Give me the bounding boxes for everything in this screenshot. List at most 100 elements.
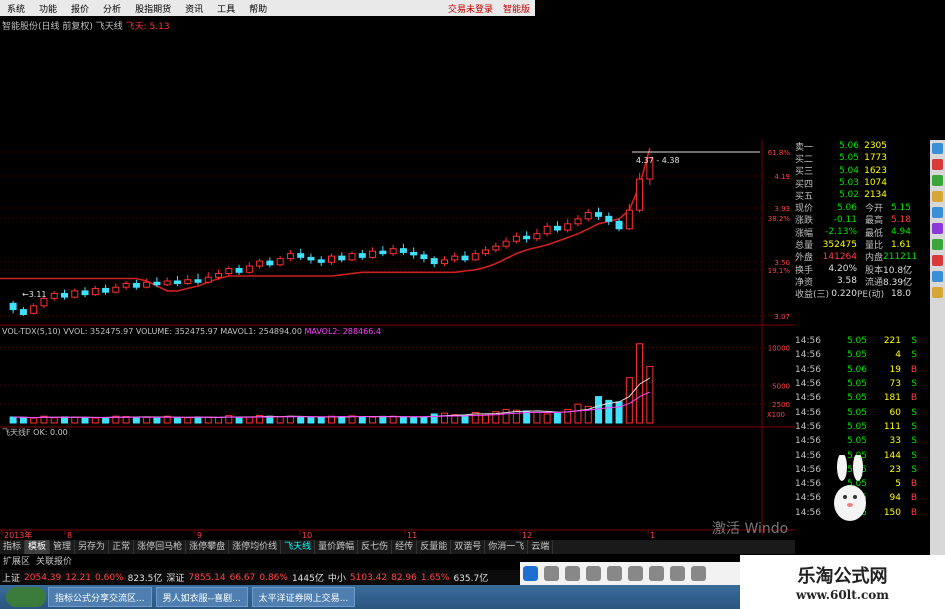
tick-side: S xyxy=(911,464,917,475)
tray-icon-1[interactable] xyxy=(523,566,538,581)
tab-7[interactable]: 涨停均价线 xyxy=(229,540,282,554)
toolbar-icon-7[interactable] xyxy=(932,239,943,250)
toolbar-icon-5[interactable] xyxy=(932,207,943,218)
candle-body xyxy=(204,276,212,283)
tick-price: 5.05 xyxy=(846,436,867,447)
volume-bar xyxy=(430,413,438,424)
tray-icon-9[interactable] xyxy=(691,566,706,581)
tab-5[interactable]: 涨停回马枪 xyxy=(134,540,187,554)
tray-icon-3[interactable] xyxy=(565,566,580,581)
volume-bar xyxy=(553,412,561,424)
menu-analysis[interactable]: 分析 xyxy=(96,2,128,15)
stat-label: 现价 xyxy=(795,204,814,215)
candle-body xyxy=(584,212,592,220)
volume-bar xyxy=(50,417,58,424)
menu-news[interactable]: 资讯 xyxy=(178,2,210,15)
toolbar-icon-1[interactable] xyxy=(932,143,943,154)
candle-body xyxy=(636,178,644,211)
tab-0[interactable]: 指标 xyxy=(0,540,26,554)
stat-row: 涨幅 -2.13% 最低 4.94 xyxy=(795,226,935,239)
index-status-item: 上证 xyxy=(2,574,21,584)
tab-extension-area[interactable]: 扩展区 xyxy=(0,554,33,567)
tick-time: 14:56 xyxy=(795,421,821,432)
tick-side: S xyxy=(911,450,917,461)
volume-bar xyxy=(595,396,603,424)
tab-4[interactable]: 正常 xyxy=(109,540,135,554)
toolbar-icon-2[interactable] xyxy=(932,159,943,170)
toolbar-icon-8[interactable] xyxy=(932,255,943,266)
toolbar-icon-6[interactable] xyxy=(932,223,943,234)
feitian-line xyxy=(0,147,651,292)
taskbar-item-2[interactable]: 男人如衣服--喜剧... xyxy=(155,587,248,607)
tab-12[interactable]: 反量能 xyxy=(417,540,452,554)
candle-body xyxy=(122,282,130,288)
toolbar-icon-3[interactable] xyxy=(932,175,943,186)
tab-8[interactable]: 飞天线 xyxy=(281,540,316,554)
menu-system[interactable]: 系统 xyxy=(0,2,32,15)
volume-bar xyxy=(389,415,397,424)
index-status-item: 12.21 xyxy=(65,572,91,583)
tab-10[interactable]: 反七伤 xyxy=(358,540,393,554)
taskbar-item-1[interactable]: 指标公式分享交流区... xyxy=(48,587,152,607)
tab-2[interactable]: 管理 xyxy=(50,540,76,554)
volume-bar xyxy=(379,415,387,424)
tick-time: 14:56 xyxy=(795,436,821,447)
stat-row: 收益(三) 0.220 PE(动) 18.0 xyxy=(795,288,935,301)
index-status-item: 0.60% xyxy=(95,572,124,583)
trading-app-window: { "menu": ["系统","功能","报价","分析","股指期货","资… xyxy=(0,0,945,609)
tray-icon-5[interactable] xyxy=(607,566,622,581)
tab-6[interactable]: 涨停攀盘 xyxy=(186,540,230,554)
tick-price: 5.05 xyxy=(846,421,867,432)
start-button[interactable] xyxy=(6,587,46,607)
tray-icon-7[interactable] xyxy=(649,566,664,581)
volume-bar xyxy=(143,416,151,424)
volume-bar xyxy=(461,414,469,424)
indicator-tab-bar: 指标 模板 管理 另存为 正常 涨停回马枪 涨停攀盘 涨停均价线 飞天线 量价跨幅 反七伤 经传 反量能… xyxy=(0,540,795,554)
tab-13[interactable]: 双谐号 xyxy=(451,540,486,554)
tab-related-quote[interactable]: 关联报价 xyxy=(33,554,75,567)
volume-bar xyxy=(502,408,510,424)
stat-label: 涨幅 xyxy=(795,228,814,239)
tray-icon-4[interactable] xyxy=(586,566,601,581)
candle-body xyxy=(482,249,490,255)
index-status-item: 2054.39 xyxy=(24,572,62,583)
chart-canvas[interactable]: 61.8% 4.19 3.93 38.2% 3.5019.1% 3.07 4.37 - 4.… xyxy=(0,140,795,540)
stat-row: 总量 352475 量比 1.61 xyxy=(795,238,935,252)
tab-3[interactable]: 另存为 xyxy=(75,540,110,554)
stock-title: 智能股份(日线 前复权) xyxy=(2,22,93,32)
menu-futures[interactable]: 股指期货 xyxy=(128,2,178,15)
chart-title-line: 智能股份(日线 前复权) 飞天线 飞天: 5.13 xyxy=(2,19,170,32)
menu-help[interactable]: 帮助 xyxy=(242,2,274,15)
tray-icon-6[interactable] xyxy=(628,566,643,581)
tab-11[interactable]: 经传 xyxy=(392,540,418,554)
stat-value: 4.20% xyxy=(828,264,857,275)
tray-icon-8[interactable] xyxy=(670,566,685,581)
tick-side: S xyxy=(911,336,917,347)
tab-9[interactable]: 量价跨幅 xyxy=(315,540,359,554)
date-axis-label: 9 xyxy=(197,531,202,540)
order-book-label: 买五 xyxy=(795,191,814,202)
candle-body xyxy=(420,254,428,260)
trade-login-status[interactable]: 交易未登录 xyxy=(443,2,498,15)
index-status-item: 中小 xyxy=(327,574,346,584)
tick-row: 14:56 5.05 60 S xyxy=(795,405,935,419)
index-status-item: 823.5亿 xyxy=(127,574,163,584)
tray-icon-2[interactable] xyxy=(544,566,559,581)
range-annotation: 4.37 - 4.38 xyxy=(636,156,680,165)
date-axis-label: 2013年 xyxy=(4,530,32,540)
tab-1[interactable]: 模板 xyxy=(25,540,51,554)
taskbar-item-3[interactable]: 太平洋证券网上交易... xyxy=(251,587,356,607)
candle-body xyxy=(102,287,110,293)
toolbar-icon-4[interactable] xyxy=(932,191,943,202)
stat-label: 最低 xyxy=(864,228,883,239)
menu-function[interactable]: 功能 xyxy=(32,2,64,15)
menu-quote[interactable]: 报价 xyxy=(64,2,96,15)
toolbar-icon-10[interactable] xyxy=(932,287,943,298)
volume-bar xyxy=(369,416,377,424)
toolbar-icon-9[interactable] xyxy=(932,271,943,282)
tab-14[interactable]: 你消一飞 xyxy=(485,540,529,554)
menu-tools[interactable]: 工具 xyxy=(210,2,242,15)
tab-15[interactable]: 云端 xyxy=(528,540,554,554)
volume-bar xyxy=(358,416,366,424)
windows-activation-watermark: 激活 Windo xyxy=(712,521,789,537)
